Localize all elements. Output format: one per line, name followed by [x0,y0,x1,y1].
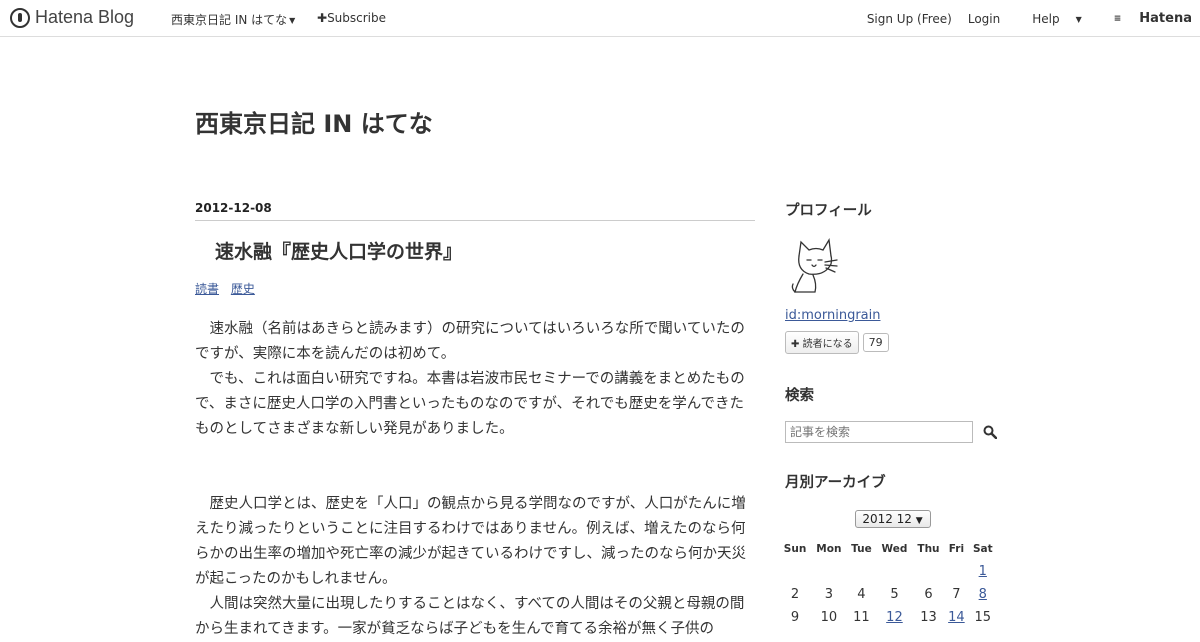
calendar-week: 2 3 4 5 6 7 8 [779,583,997,606]
category-link[interactable]: 歴史 [231,282,255,296]
hatena-logo[interactable]: ≡ Hatena [1098,11,1192,26]
hatena-blog-logo[interactable]: Hatena Blog [10,7,134,28]
subscribe-button[interactable]: ✚Subscribe [317,11,386,25]
calendar-week: 1 [779,560,997,583]
entry: 2012-12-08 速水融『歴史人口学の世界』 読書 歴史 速水融（名前はあき… [195,201,755,642]
calendar-day: 13 [920,610,937,625]
calendar-day: 11 [853,610,870,625]
calendar-day-link[interactable]: 8 [979,587,987,602]
profile-id-link[interactable]: id:morningrain [785,308,1000,323]
calendar-day: 3 [824,587,833,602]
calendar-day-link[interactable]: 12 [886,610,903,625]
calendar-day: 4 [857,587,866,602]
calendar-day-link[interactable]: 14 [948,610,965,625]
blog-menu-dropdown[interactable]: 西東京日記 IN はてな ▼ [171,11,295,28]
signup-link[interactable]: Sign Up (Free) [867,12,952,26]
paragraph: 速水融（名前はあきらと読みます）の研究についてはいろいろな所で聞いていたのですが… [195,321,745,362]
blog-title[interactable]: 西東京日記 IN はてな [195,104,433,139]
calendar-day [811,560,847,583]
calendar-day[interactable]: 12 [876,606,912,629]
calendar-day: 10 [820,610,838,625]
calendar-weekday: Mon [816,543,842,555]
search-box [785,421,1000,443]
calendar-day [779,560,811,583]
calendar-week: 9 10 11 12 13 14 15 [779,606,997,629]
search-heading: 検索 [785,388,814,404]
calendar-day [876,560,912,583]
hatena-blog-logo-icon [10,7,30,28]
hatena-logo-text: Hatena [1139,11,1192,26]
calendar-day-link[interactable]: 1 [979,564,987,579]
entry-categories: 読書 歴史 [195,280,755,297]
calendar-day [847,560,877,583]
hatena-mark-icon: ≡ [1113,13,1121,24]
header-nav: Sign Up (Free) Login Help ▼ ≡ Hatena [851,11,1192,26]
login-link[interactable]: Login [968,12,1000,26]
follow-button[interactable]: ✚ 読者になる [785,331,859,354]
reader-count[interactable]: 79 [862,333,889,352]
global-header: Hatena Blog 西東京日記 IN はてな ▼ ✚Subscribe Sig… [0,0,1200,37]
caret-down-icon: ▼ [289,16,296,25]
calendar-weekday: Sat [972,543,993,555]
calendar-day[interactable]: 8 [969,583,997,606]
calendar-day: 5 [890,587,899,602]
calendar-day[interactable]: 1 [969,560,997,583]
calendar-day: 7 [952,587,961,602]
logo-text: Hatena Blog [35,7,135,27]
help-menu[interactable]: Help ▼ [1016,12,1082,26]
calendar-weekday: Wed [881,543,908,555]
calendar-weekday: Tue [851,543,872,555]
search-input[interactable] [785,421,973,443]
calendar-day [944,560,968,583]
entry-date[interactable]: 2012-12-08 [195,201,755,221]
reader-row: ✚ 読者になる 79 [785,331,1000,354]
archive-month-select[interactable]: 2012 12 ▼ [854,510,931,528]
subscribe-label: Subscribe [327,11,387,25]
calendar-day: 6 [924,587,933,602]
entry-title[interactable]: 速水融『歴史人口学の世界』 [195,237,755,264]
archive-calendar: Sun Mon Tue Wed Thu Fri Sat 1 2 3 4 5 6 7 8 9 10 11 12 13 1… [779,538,997,629]
follow-label: 読者になる [802,339,853,350]
archive-heading: 月別アーカイブ [785,475,886,491]
cat-avatar-icon[interactable] [785,234,845,294]
search-icon[interactable] [983,425,997,439]
category-link[interactable]: 読書 [195,282,219,296]
calendar-weekday: Fri [948,543,965,555]
plus-icon: ✚ [791,339,800,350]
calendar-weekday: Thu [917,543,940,555]
plus-icon: ✚ [317,11,328,25]
caret-down-icon: ▼ [915,516,923,526]
calendar-day: 9 [790,610,800,625]
caret-down-icon: ▼ [1075,14,1082,24]
calendar-day [913,560,945,583]
calendar-day: 2 [790,587,800,602]
calendar-day: 15 [974,610,992,625]
calendar-day[interactable]: 14 [944,606,968,629]
paragraph: 人間は突然大量に出現したりすることはなく、すべての人間はその父親と母親の間から生… [195,596,745,637]
paragraph: でも、これは面白い研究ですね。本書は岩波市民セミナーでの講義をまとめたもので、ま… [195,371,745,437]
blog-menu-label: 西東京日記 IN はてな [171,13,288,27]
sidebar: プロフィール id:morningrain ✚ 読者になる 79 検索 月別アー… [784,199,1000,629]
entry-content: 速水融（名前はあきらと読みます）の研究についてはいろいろな所で聞いていたのですが… [195,317,755,642]
paragraph: 歴史人口学とは、歴史を「人口」の観点から見る学問なのですが、人口がたんに増えたり… [195,496,746,587]
profile-heading: プロフィール [785,203,872,219]
archive-selected-value: 2012 12 [862,512,912,526]
help-label: Help [1032,11,1060,26]
calendar-weekday: Sun [783,543,807,555]
